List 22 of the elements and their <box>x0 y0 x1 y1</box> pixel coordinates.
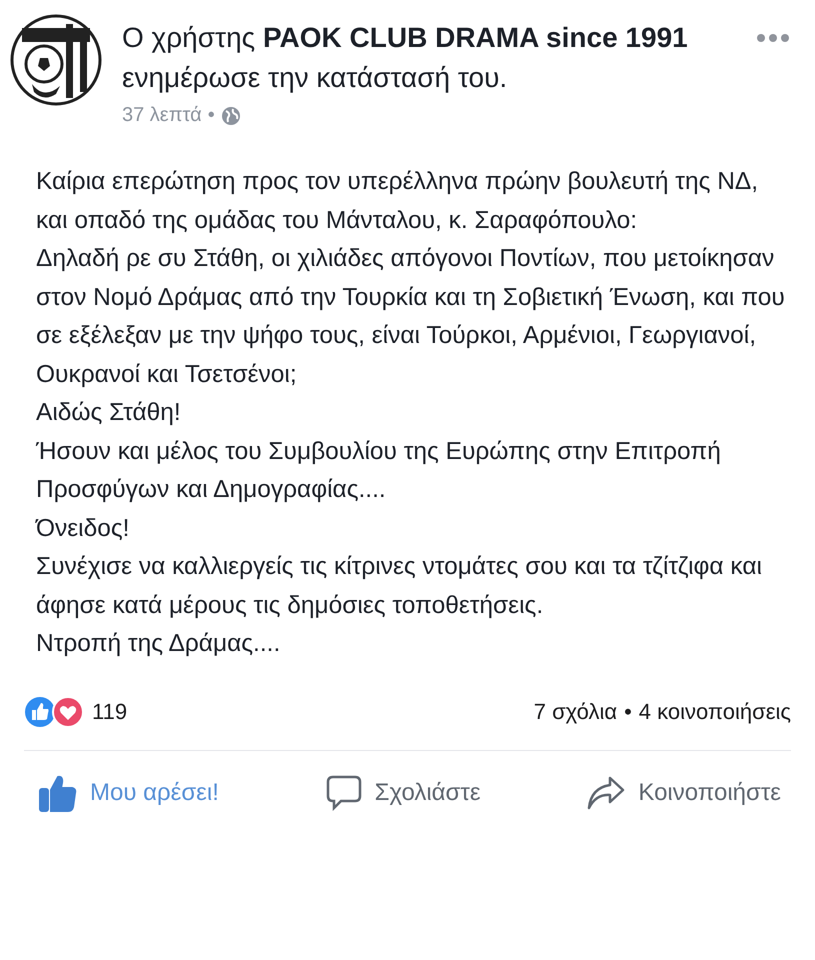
post-text: Καίρια επερώτηση προς τον υπερέλληνα πρώην βουλευτή της ΝΔ, και οπαδό της ομάδας του Μάνταλου, κ. Σαραφόπουλο: <box>36 167 760 236</box>
separator-dot: • <box>624 698 632 724</box>
post-text: Ήσουν και μέλος του Συμβουλίου της Ευρώπης στην Επιτροπή Προσφύγων και Δημογραφίας.... <box>36 436 722 505</box>
post-text: Αιδώς Στάθη! <box>36 398 182 428</box>
share-button[interactable]: Κοινοποιήστε <box>582 768 785 816</box>
post-author-line: Ο χρήστης PAOK CLUB DRAMA since 1991 ενημέρωσε την κατάστασή του. <box>122 21 689 95</box>
post-text: Δηλαδή ρε συ Στάθη, οι χιλιάδες απόγονοι Ποντίων, που μετοίκησαν στον Νομό Δράμας από την Τουρκία και τη Σοβιετική Ένωση, και που σε εξέλεξαν με την ψήφο τους, είναι Τούρκοι, Αρμένιοι, Γεωργιανοί, Ουκρανοί και Τσετσένοι; <box>36 244 786 390</box>
share-count[interactable]: 4 κοινοποιήσεις <box>638 698 791 724</box>
speech-bubble-icon <box>324 774 363 812</box>
reaction-count[interactable]: 119 <box>92 698 128 724</box>
post-time: 37 λεπτά <box>122 104 202 127</box>
like-reaction-icon <box>24 696 56 728</box>
post-text: Ντροπή της Δράμας.... <box>36 629 282 659</box>
separator-dot: • <box>208 104 215 127</box>
heart-reaction-icon <box>52 696 84 728</box>
comment-button[interactable]: Σχολιάστε <box>320 768 485 816</box>
post-text: Όνειδος! <box>36 514 130 544</box>
comment-count[interactable]: 7 σχόλια <box>534 698 618 724</box>
logo-icon <box>10 14 102 106</box>
share-arrow-icon <box>586 774 626 810</box>
more-options-icon[interactable] <box>755 32 791 44</box>
post-text: Συνέχισε να καλλιεργείς τις κίτρινες ντομάτες σου και τα τζίτζιφα και άφησε κατά μέρους τις δημόσιες τοποθετήσεις. <box>36 552 763 620</box>
